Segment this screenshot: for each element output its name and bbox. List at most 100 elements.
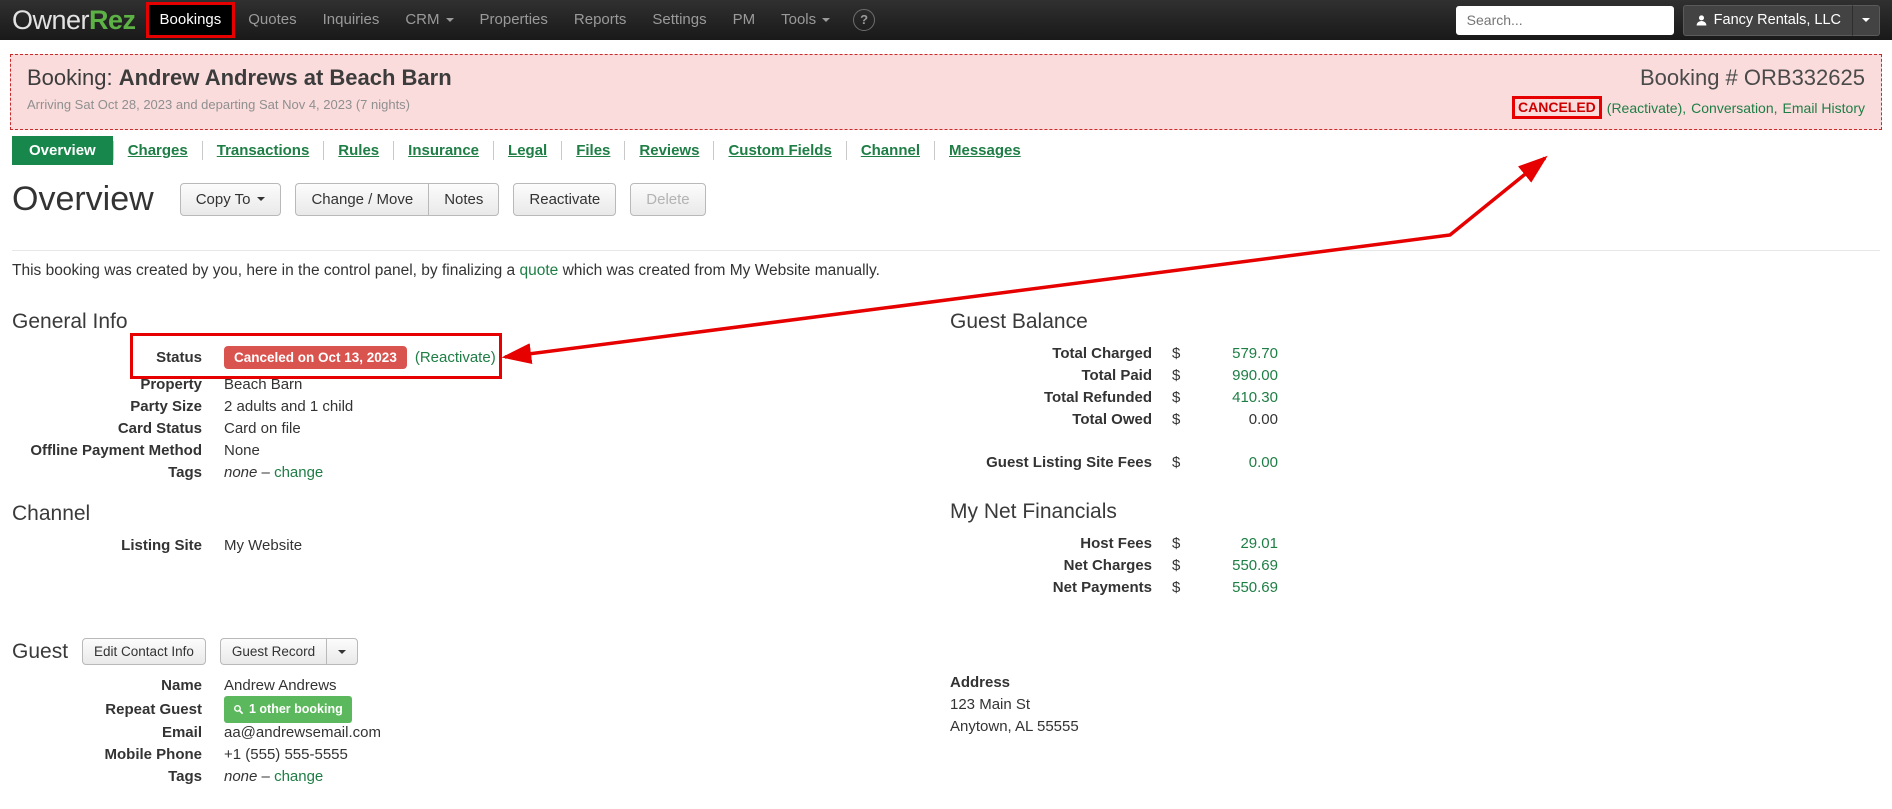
change-move-notes-group: Change / Move Notes bbox=[295, 182, 500, 216]
guest-tags-none-text: none bbox=[224, 768, 258, 785]
nav-item-crm[interactable]: CRM bbox=[392, 0, 466, 40]
general-info-heading: General Info bbox=[12, 310, 128, 333]
nav-item-settings[interactable]: Settings bbox=[639, 0, 719, 40]
booking-title: Booking: Andrew Andrews at Beach Barn bbox=[27, 64, 452, 92]
guest-listing-site-fees-row: Guest Listing Site Fees $ 0.00 bbox=[950, 452, 1600, 473]
guest-record-group: Guest Record bbox=[219, 638, 359, 665]
top-navbar: OwnerRez Bookings Quotes Inquiries CRM P… bbox=[0, 0, 1892, 40]
reactivate-link[interactable]: (Reactivate), bbox=[1607, 100, 1686, 116]
reactivate-button[interactable]: Reactivate bbox=[513, 182, 617, 216]
address-line1: 123 Main St bbox=[950, 696, 1031, 713]
guest-balance-heading: Guest Balance bbox=[950, 310, 1088, 333]
guest-phone-row: Mobile Phone +1 (555) 555-5555 bbox=[12, 744, 832, 765]
property-link[interactable]: Beach Barn bbox=[224, 374, 302, 395]
status-row: Status Canceled on Oct 13, 2023 (Reactiv… bbox=[12, 343, 832, 371]
currency-symbol: $ bbox=[1172, 454, 1181, 471]
question-icon: ? bbox=[860, 12, 869, 27]
left-column: General Info Status Canceled on Oct 13, … bbox=[12, 311, 832, 787]
repeat-guest-badge[interactable]: 1 other booking bbox=[224, 695, 352, 723]
guest-name-row: Name Andrew Andrews bbox=[12, 675, 832, 696]
tab-custom-fields[interactable]: Custom Fields bbox=[714, 137, 845, 164]
listing-site-label: Listing Site bbox=[121, 537, 202, 554]
tab-legal[interactable]: Legal bbox=[494, 137, 561, 164]
tab-rules[interactable]: Rules bbox=[324, 137, 393, 164]
ownerrez-logo[interactable]: OwnerRez bbox=[12, 5, 136, 36]
guest-tags-separator: – bbox=[261, 768, 270, 785]
nav-item-pm[interactable]: PM bbox=[720, 0, 769, 40]
repeat-guest-row: Repeat Guest 1 other booking bbox=[12, 695, 832, 723]
tab-insurance[interactable]: Insurance bbox=[394, 137, 493, 164]
tab-files[interactable]: Files bbox=[562, 137, 624, 164]
account-caret-button[interactable] bbox=[1853, 4, 1880, 36]
conversation-link[interactable]: Conversation, bbox=[1691, 100, 1777, 116]
guest-phone-link[interactable]: +1 (555) 555-5555 bbox=[224, 744, 348, 765]
tags-separator: – bbox=[261, 464, 270, 481]
account-button[interactable]: Fancy Rentals, LLC bbox=[1682, 4, 1853, 36]
property-row: Property Beach Barn bbox=[12, 374, 832, 395]
total-charged-label: Total Charged bbox=[1052, 345, 1152, 362]
nav-item-crm-label: CRM bbox=[405, 11, 440, 28]
net-payments-label: Net Payments bbox=[1052, 579, 1152, 596]
offline-payment-row: Offline Payment Method None bbox=[12, 440, 832, 461]
edit-contact-info-button[interactable]: Edit Contact Info bbox=[82, 638, 206, 665]
tags-change-link[interactable]: change bbox=[274, 464, 323, 481]
change-move-button[interactable]: Change / Move bbox=[295, 182, 429, 216]
party-size-label: Party Size bbox=[130, 398, 202, 415]
total-charged-row: Total Charged $ 579.70 bbox=[950, 343, 1600, 364]
tab-charges[interactable]: Charges bbox=[114, 137, 202, 164]
page-header: Overview Copy To Change / Move Notes Rea… bbox=[12, 176, 706, 222]
currency-symbol: $ bbox=[1172, 345, 1181, 362]
nav-item-properties[interactable]: Properties bbox=[467, 0, 561, 40]
total-refunded-label: Total Refunded bbox=[1043, 389, 1152, 406]
currency-symbol: $ bbox=[1172, 367, 1181, 384]
help-button[interactable]: ? bbox=[853, 9, 876, 31]
guest-tags-change-link[interactable]: change bbox=[274, 768, 323, 785]
delete-button: Delete bbox=[630, 182, 706, 216]
chevron-down-icon bbox=[445, 18, 454, 22]
tab-transactions[interactable]: Transactions bbox=[203, 137, 324, 164]
guest-tags-label: Tags bbox=[168, 768, 202, 785]
nav-item-quotes[interactable]: Quotes bbox=[235, 0, 309, 40]
nav-item-reports[interactable]: Reports bbox=[561, 0, 640, 40]
net-charges-row: Net Charges $ 550.69 bbox=[950, 555, 1600, 576]
nav-item-properties-label: Properties bbox=[479, 11, 548, 28]
nav-right: Fancy Rentals, LLC bbox=[1455, 4, 1880, 36]
property-label: Property bbox=[140, 376, 202, 393]
status-label: Status bbox=[156, 348, 202, 366]
guest-tags-row: Tags none – change bbox=[12, 766, 832, 787]
guest-email-link[interactable]: aa@andrewsemail.com bbox=[224, 722, 381, 743]
copy-to-button[interactable]: Copy To bbox=[179, 182, 282, 216]
guest-record-caret-button[interactable] bbox=[326, 638, 359, 665]
tab-messages[interactable]: Messages bbox=[935, 137, 1035, 164]
magnifier-icon bbox=[234, 704, 244, 714]
net-payments-row: Net Payments $ 550.69 bbox=[950, 577, 1600, 598]
nav-item-bookings[interactable]: Bookings bbox=[145, 2, 236, 38]
tab-channel[interactable]: Channel bbox=[847, 137, 934, 164]
description-post: which was created from My Website manual… bbox=[558, 262, 880, 279]
booking-banner: Booking: Andrew Andrews at Beach Barn Ar… bbox=[10, 54, 1882, 130]
copy-to-label: Copy To bbox=[195, 190, 251, 208]
search-input[interactable] bbox=[1455, 5, 1674, 35]
quote-link[interactable]: quote bbox=[520, 262, 559, 279]
nav-item-inquiries[interactable]: Inquiries bbox=[310, 0, 393, 40]
nav-item-tools[interactable]: Tools bbox=[768, 0, 843, 40]
status-reactivate-link[interactable]: (Reactivate) bbox=[415, 349, 496, 366]
email-history-link[interactable]: Email History bbox=[1783, 100, 1865, 116]
nav-item-quotes-label: Quotes bbox=[248, 11, 297, 28]
guest-record-button[interactable]: Guest Record bbox=[219, 638, 327, 665]
card-status-row: Card Status Card on file bbox=[12, 418, 832, 439]
guest-phone-label: Mobile Phone bbox=[104, 746, 203, 763]
tab-overview[interactable]: Overview bbox=[12, 136, 113, 165]
status-badge: Canceled on Oct 13, 2023 bbox=[224, 345, 407, 369]
guest-email-label: Email bbox=[161, 724, 202, 741]
card-status-value: Card on file bbox=[224, 420, 301, 437]
nav-item-settings-label: Settings bbox=[652, 11, 707, 28]
total-owed-label: Total Owed bbox=[1072, 411, 1152, 428]
address-block: Address 123 Main St Anytown, AL 55555 bbox=[950, 672, 1600, 738]
tab-reviews[interactable]: Reviews bbox=[625, 137, 713, 164]
tags-row: Tags none – change bbox=[12, 462, 832, 483]
notes-button[interactable]: Notes bbox=[428, 182, 500, 216]
channel-heading: Channel bbox=[12, 502, 91, 525]
chevron-down-icon bbox=[338, 649, 347, 654]
user-icon bbox=[1696, 14, 1707, 26]
